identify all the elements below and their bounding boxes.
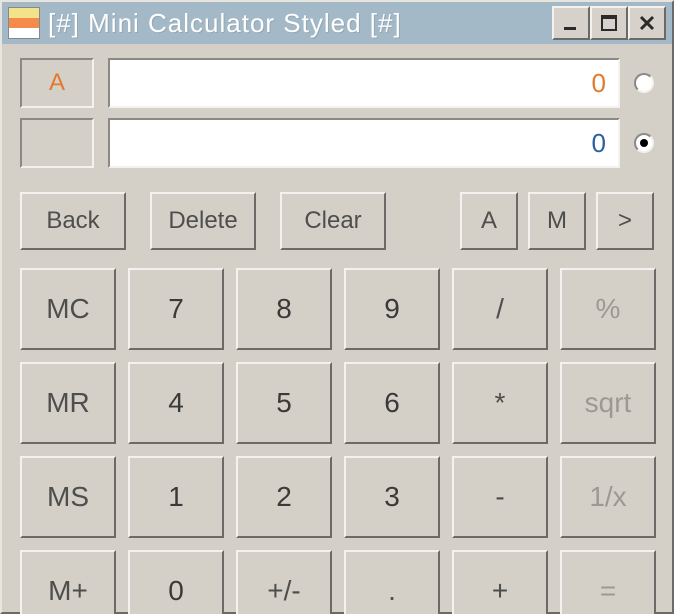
app-icon xyxy=(8,7,40,39)
key-7[interactable]: 7 xyxy=(128,268,224,350)
key-plus[interactable]: + xyxy=(452,550,548,614)
radio-dot-icon xyxy=(640,139,648,147)
display-b: 0 xyxy=(108,118,620,168)
maximize-icon xyxy=(600,14,618,32)
memory-indicator-b xyxy=(20,118,94,168)
clear-button[interactable]: Clear xyxy=(280,192,386,250)
key-0[interactable]: 0 xyxy=(128,550,224,614)
key-mplus[interactable]: M+ xyxy=(20,550,116,614)
key-sign[interactable]: +/- xyxy=(236,550,332,614)
minimize-icon xyxy=(562,14,580,32)
select-display-a-radio[interactable] xyxy=(634,73,654,93)
titlebar[interactable]: [#] Mini Calculator Styled [#] xyxy=(2,2,672,44)
key-6[interactable]: 6 xyxy=(344,362,440,444)
window-title: [#] Mini Calculator Styled [#] xyxy=(48,8,552,39)
close-button[interactable] xyxy=(628,6,666,40)
mode-a-button[interactable]: A xyxy=(460,192,518,250)
key-ms[interactable]: MS xyxy=(20,456,116,538)
key-equals[interactable]: = xyxy=(560,550,656,614)
display-row-b: 0 xyxy=(20,118,654,168)
memory-indicator-a: A xyxy=(20,58,94,108)
client-area: A 0 0 Back Delete Clear A M > MC 7 8 9 /… xyxy=(2,44,672,614)
keypad: MC 7 8 9 / % MR 4 5 6 * sqrt MS 1 2 3 - … xyxy=(20,268,654,614)
key-mr[interactable]: MR xyxy=(20,362,116,444)
display-row-a: A 0 xyxy=(20,58,654,108)
key-minus[interactable]: - xyxy=(452,456,548,538)
key-8[interactable]: 8 xyxy=(236,268,332,350)
mode-m-button[interactable]: M xyxy=(528,192,586,250)
key-9[interactable]: 9 xyxy=(344,268,440,350)
delete-button[interactable]: Delete xyxy=(150,192,256,250)
key-mc[interactable]: MC xyxy=(20,268,116,350)
close-icon xyxy=(638,14,656,32)
key-percent[interactable]: % xyxy=(560,268,656,350)
more-button[interactable]: > xyxy=(596,192,654,250)
back-button[interactable]: Back xyxy=(20,192,126,250)
key-2[interactable]: 2 xyxy=(236,456,332,538)
control-row: Back Delete Clear A M > xyxy=(20,192,654,250)
window-buttons xyxy=(552,6,666,40)
key-reciprocal[interactable]: 1/x xyxy=(560,456,656,538)
minimize-button[interactable] xyxy=(552,6,590,40)
key-4[interactable]: 4 xyxy=(128,362,224,444)
key-5[interactable]: 5 xyxy=(236,362,332,444)
maximize-button[interactable] xyxy=(590,6,628,40)
key-sqrt[interactable]: sqrt xyxy=(560,362,656,444)
display-a: 0 xyxy=(108,58,620,108)
key-decimal[interactable]: . xyxy=(344,550,440,614)
select-display-b-radio[interactable] xyxy=(634,133,654,153)
key-multiply[interactable]: * xyxy=(452,362,548,444)
calculator-window: [#] Mini Calculator Styled [#] A 0 0 xyxy=(0,0,674,614)
key-3[interactable]: 3 xyxy=(344,456,440,538)
key-divide[interactable]: / xyxy=(452,268,548,350)
key-1[interactable]: 1 xyxy=(128,456,224,538)
